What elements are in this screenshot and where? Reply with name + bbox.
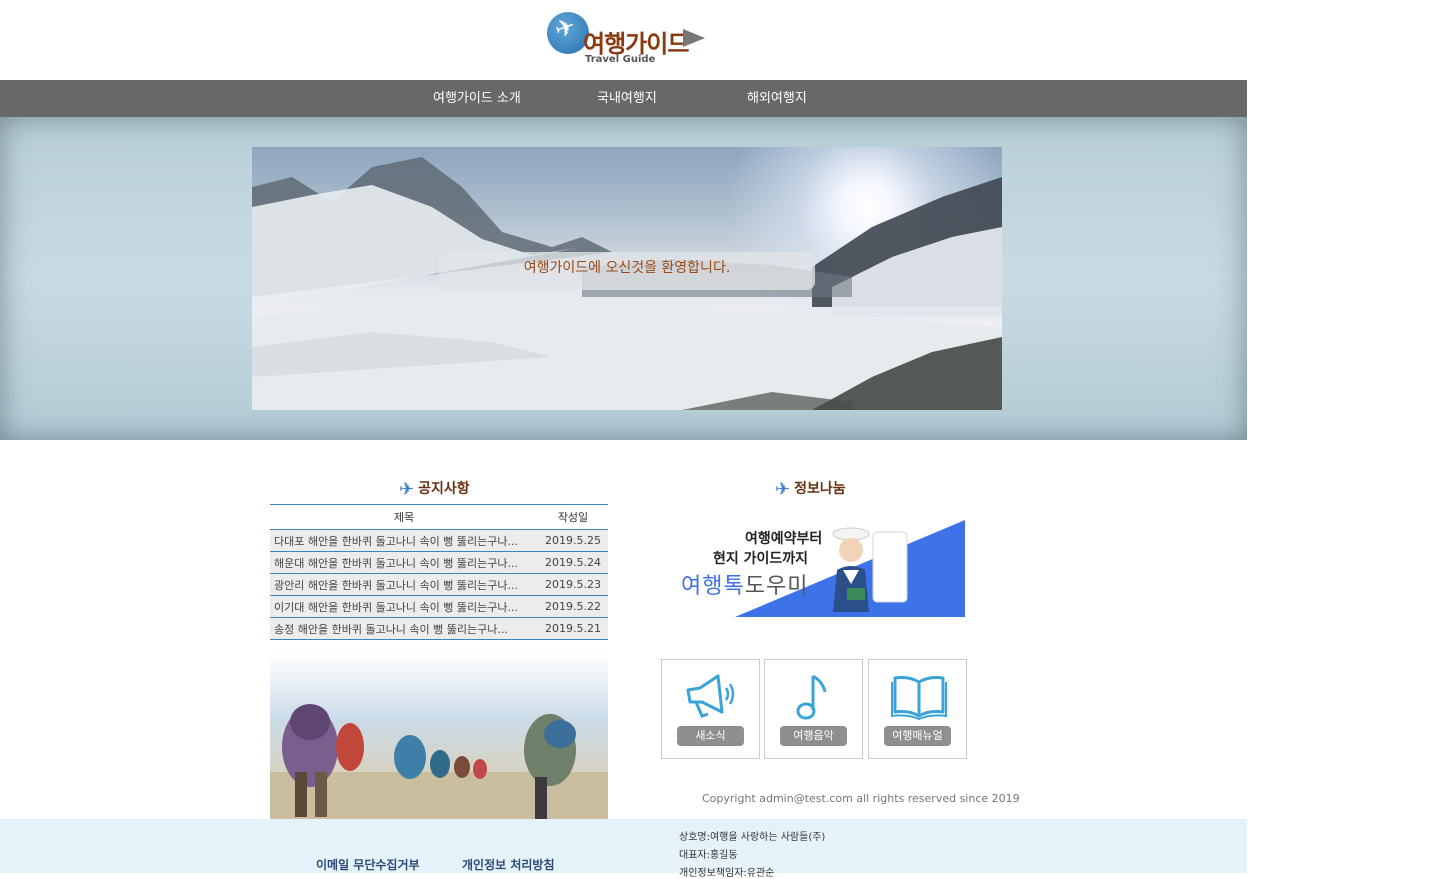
info-section-title: ✈ 정보나눔: [775, 478, 846, 500]
notice-row-date: 2019.5.24: [538, 551, 608, 574]
news-button[interactable]: 새소식: [661, 659, 760, 759]
notice-title-text: 공지사항: [418, 481, 470, 497]
copyright-text: Copyright admin@test.com all rights rese…: [702, 792, 1020, 805]
arrow-icon: [683, 29, 705, 47]
footer: 이메일 무단수집거부 개인정보 처리방침 상호명:여행을 사랑하는 사람들(주)…: [0, 819, 1247, 879]
site-logo[interactable]: ✈ 여행가이드 Travel Guide: [545, 10, 710, 70]
banner-brand-a: 여행톡: [681, 574, 745, 599]
notice-row-date: 2019.5.21: [538, 617, 608, 640]
footer-privacy-officer: 개인정보책임자:유관순: [679, 868, 775, 879]
table-row[interactable]: 광안리 해안을 한바퀴 돌고나니 속이 뻥 뚫리는구나... 2019.5.23: [270, 573, 608, 596]
travel-talk-banner[interactable]: 여행예약부터 현지 가이드까지 여행톡도우미: [681, 520, 965, 617]
nav-item-about[interactable]: 여행가이드 소개: [433, 80, 521, 117]
info-title-text: 정보나눔: [794, 481, 846, 497]
table-row[interactable]: 송정 해안을 한바퀴 돌고나니 속이 뻥 뚫리는구나... 2019.5.21: [270, 617, 608, 640]
guide-character-icon: [832, 527, 908, 612]
notice-row-title[interactable]: 광안리 해안을 한바퀴 돌고나니 속이 뻥 뚫리는구나...: [270, 573, 538, 596]
logo-subtitle: Travel Guide: [585, 54, 656, 65]
notice-row-date: 2019.5.25: [538, 529, 608, 552]
notice-row-title[interactable]: 해운대 해안을 한바퀴 돌고나니 속이 뻥 뚫리는구나...: [270, 551, 538, 574]
airplane-icon: ✈: [775, 479, 791, 500]
news-label: 새소식: [677, 726, 744, 746]
notice-row-title[interactable]: 다대포 해안을 한바퀴 돌고나니 속이 뻥 뚫리는구나...: [270, 529, 538, 552]
welcome-banner: 여행가이드에 오신것을 환영합니다.: [439, 252, 815, 290]
banner-line-1: 여행예약부터: [745, 531, 823, 547]
nav-item-domestic[interactable]: 국내여행지: [597, 80, 657, 117]
notice-row-title[interactable]: 이기대 해안을 한바퀴 돌고나니 속이 뻥 뚫리는구나...: [270, 595, 538, 618]
travel-music-button[interactable]: 여행음악: [764, 659, 863, 759]
table-row[interactable]: 다대포 해안을 한바퀴 돌고나니 속이 뻥 뚫리는구나... 2019.5.25: [270, 529, 608, 552]
notice-row-title[interactable]: 송정 해안을 한바퀴 돌고나니 속이 뻥 뚫리는구나...: [270, 617, 538, 640]
footer-representative: 대표자:홍길동: [679, 850, 738, 861]
nav-item-overseas[interactable]: 해외여행지: [747, 80, 807, 117]
notice-table: 제목 작성일 다대포 해안을 한바퀴 돌고나니 속이 뻥 뚫리는구나... 201…: [270, 504, 608, 640]
column-header-title: 제목: [270, 504, 538, 530]
travel-manual-button[interactable]: 여행매뉴얼: [868, 659, 967, 759]
airplane-icon: ✈: [399, 479, 415, 500]
banner-brand-b: 도우미: [744, 574, 809, 599]
banner-brand: 여행톡도우미: [681, 568, 808, 600]
column-header-date: 작성일: [538, 504, 608, 530]
music-note-icon: [796, 674, 827, 720]
notice-section-title: ✈ 공지사항: [399, 478, 470, 500]
banner-line-2: 현지 가이드까지: [713, 551, 809, 567]
footer-company-name: 상호명:여행을 사랑하는 사람들(주): [679, 832, 826, 843]
travel-music-label: 여행음악: [780, 726, 847, 746]
notice-row-date: 2019.5.23: [538, 573, 608, 596]
hikers-image: [270, 652, 608, 819]
table-row[interactable]: 해운대 해안을 한바퀴 돌고나니 속이 뻥 뚫리는구나... 2019.5.24: [270, 551, 608, 574]
travel-manual-label: 여행매뉴얼: [884, 726, 951, 746]
notice-row-date: 2019.5.22: [538, 595, 608, 618]
page: ✈ 여행가이드 Travel Guide 여행가이드 소개 국내여행지 해외여행…: [0, 0, 1247, 879]
megaphone-icon: [686, 674, 735, 718]
table-row[interactable]: 이기대 해안을 한바퀴 돌고나니 속이 뻥 뚫리는구나... 2019.5.22: [270, 595, 608, 618]
book-icon: [891, 676, 947, 720]
main-nav: 여행가이드 소개 국내여행지 해외여행지: [0, 80, 1247, 117]
footer-link-privacy-policy[interactable]: 개인정보 처리방침: [462, 856, 555, 873]
footer-link-email-refusal[interactable]: 이메일 무단수집거부: [316, 856, 420, 873]
